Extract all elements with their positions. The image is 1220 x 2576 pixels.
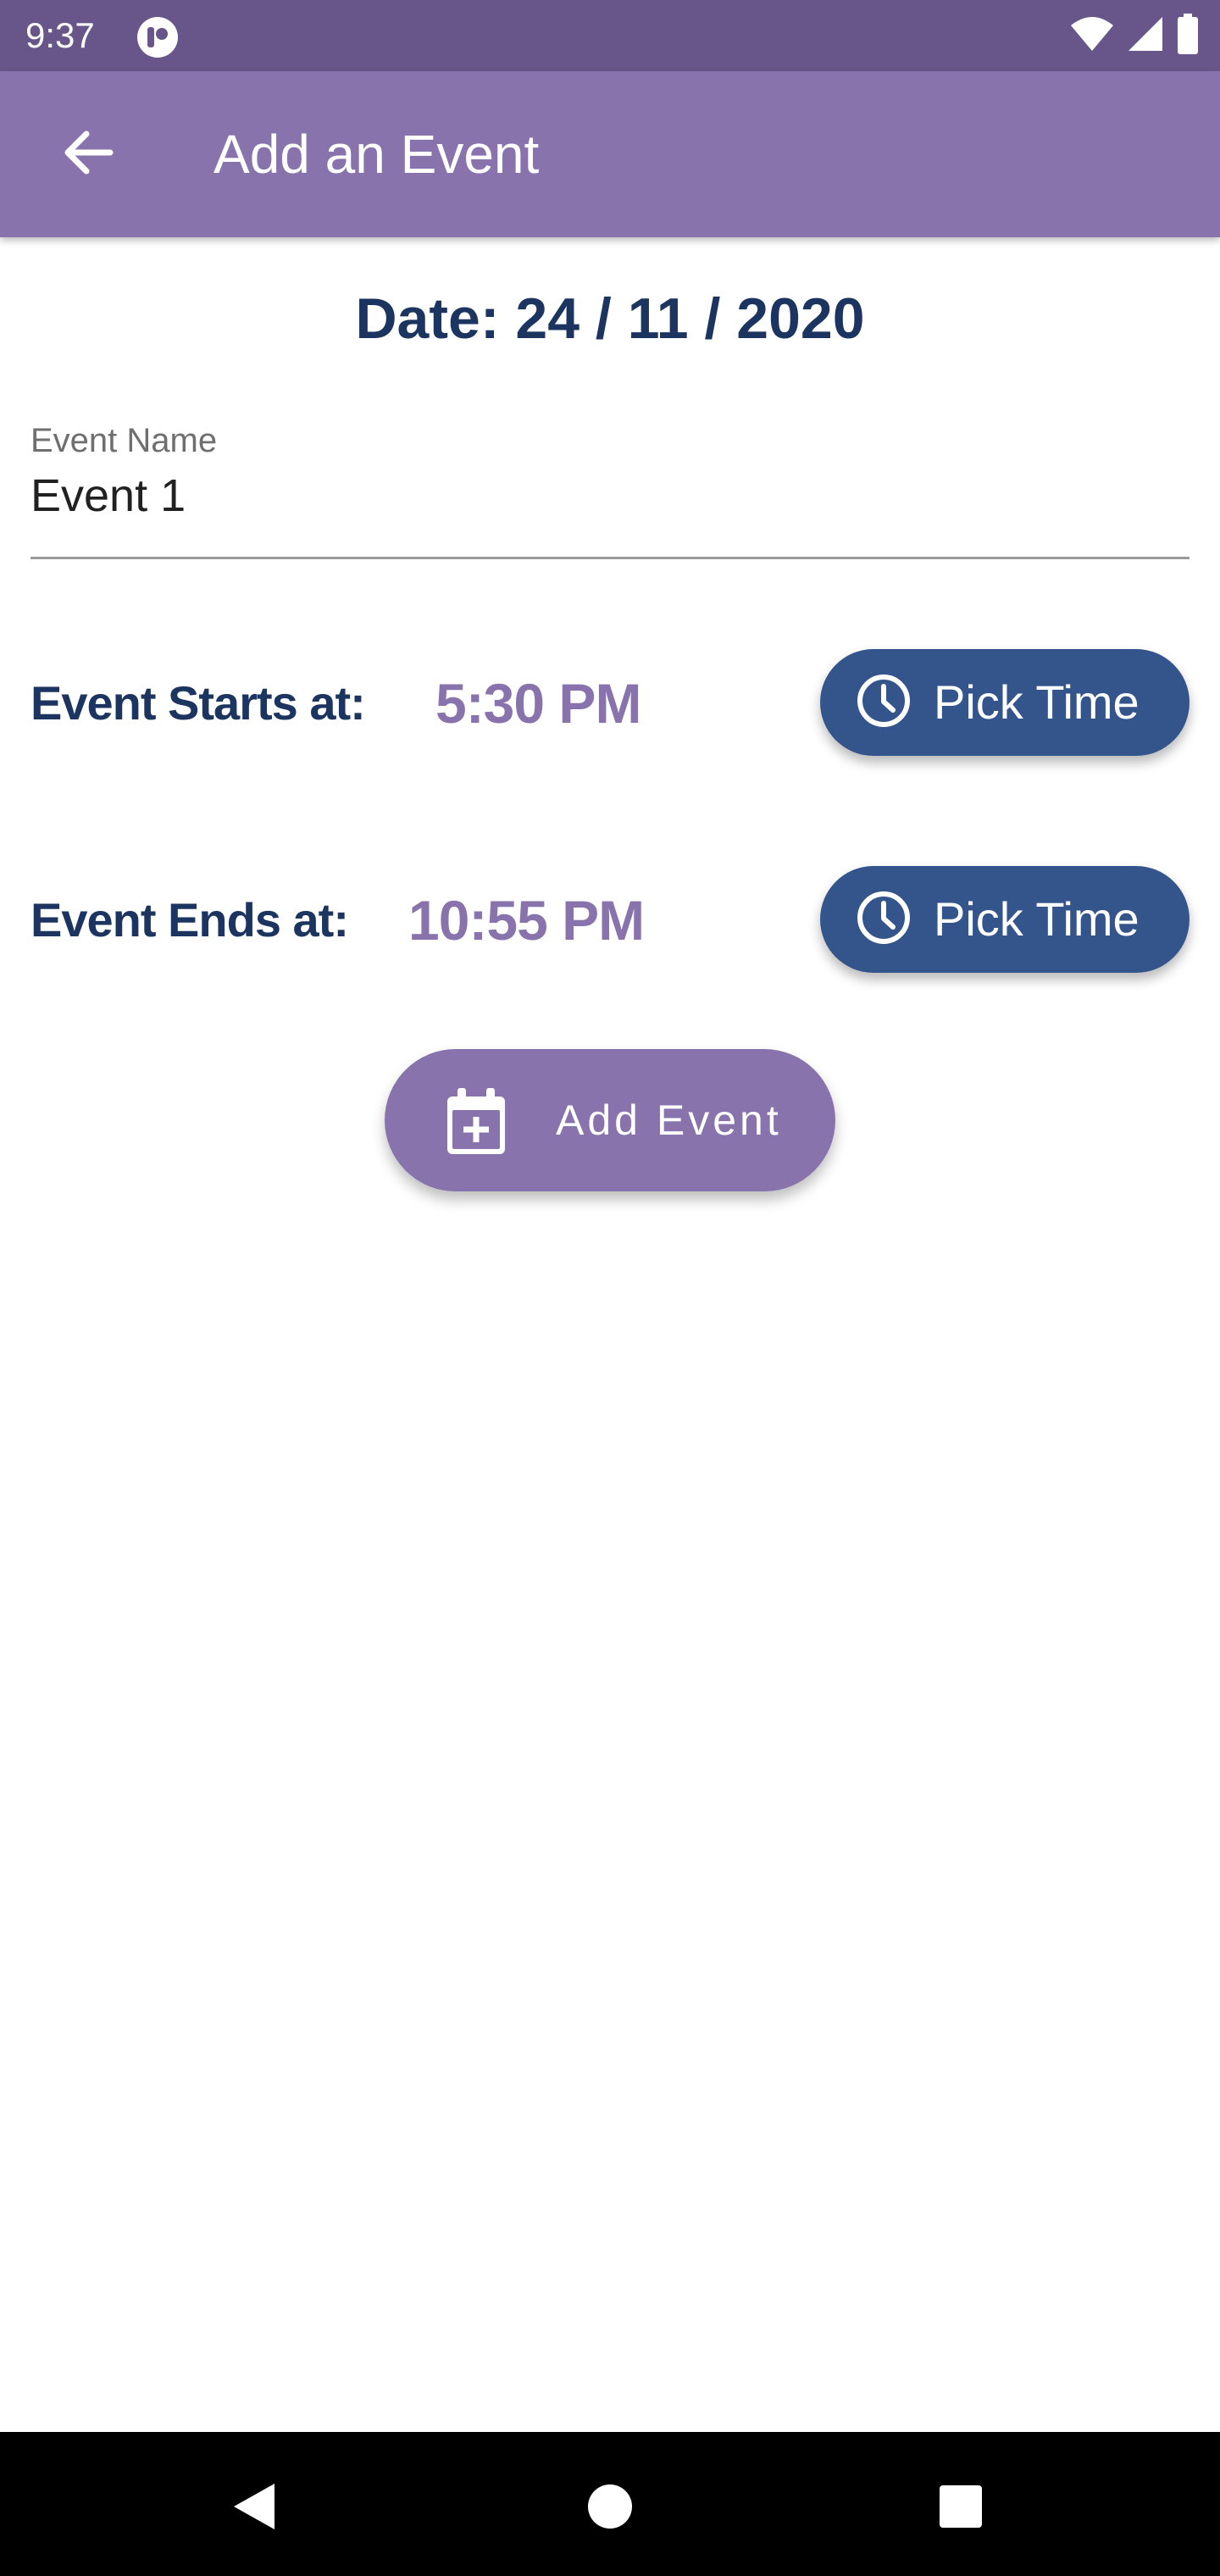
- event-name-input[interactable]: [30, 464, 1190, 559]
- app-bar: Add an Event: [0, 71, 1220, 237]
- pick-end-time-button[interactable]: Pick Time: [820, 866, 1190, 973]
- event-name-label: Event Name: [30, 422, 218, 459]
- start-time-value: 5:30 PM: [435, 672, 641, 735]
- nav-back-button[interactable]: [212, 2466, 297, 2551]
- pick-time-label: Pick Time: [934, 675, 1140, 729]
- system-nav-bar: [0, 2432, 1220, 2576]
- nav-home-button[interactable]: [568, 2466, 652, 2551]
- start-time-label: Event Starts at:: [30, 676, 366, 730]
- status-icons: [1069, 13, 1200, 58]
- page-title: Add an Event: [214, 124, 540, 185]
- signal-icon: [1127, 15, 1164, 57]
- wifi-icon: [1069, 15, 1115, 57]
- home-circle-icon: [586, 2483, 634, 2534]
- clock-icon: [856, 890, 912, 950]
- calendar-plus-icon: [444, 1086, 508, 1158]
- clock-icon: [856, 673, 912, 733]
- back-triangle-icon: [232, 2482, 276, 2535]
- status-time: 9:37: [25, 15, 95, 55]
- pick-time-label: Pick Time: [934, 892, 1140, 946]
- arrow-left-icon: [63, 129, 114, 180]
- recents-square-icon: [938, 2484, 984, 2534]
- status-bar: 9:37: [0, 0, 1220, 71]
- nav-recents-button[interactable]: [918, 2466, 1003, 2551]
- end-time-label: Event Ends at:: [30, 893, 349, 947]
- add-event-button[interactable]: Add Event: [385, 1049, 835, 1191]
- battery-icon: [1176, 13, 1200, 58]
- date-heading: Date: 24 / 11 / 2020: [355, 286, 865, 351]
- add-event-label: Add Event: [556, 1096, 782, 1144]
- app-notification-icon: [136, 15, 180, 59]
- pick-start-time-button[interactable]: Pick Time: [820, 649, 1190, 756]
- back-button[interactable]: [47, 114, 129, 195]
- end-time-value: 10:55 PM: [408, 889, 645, 952]
